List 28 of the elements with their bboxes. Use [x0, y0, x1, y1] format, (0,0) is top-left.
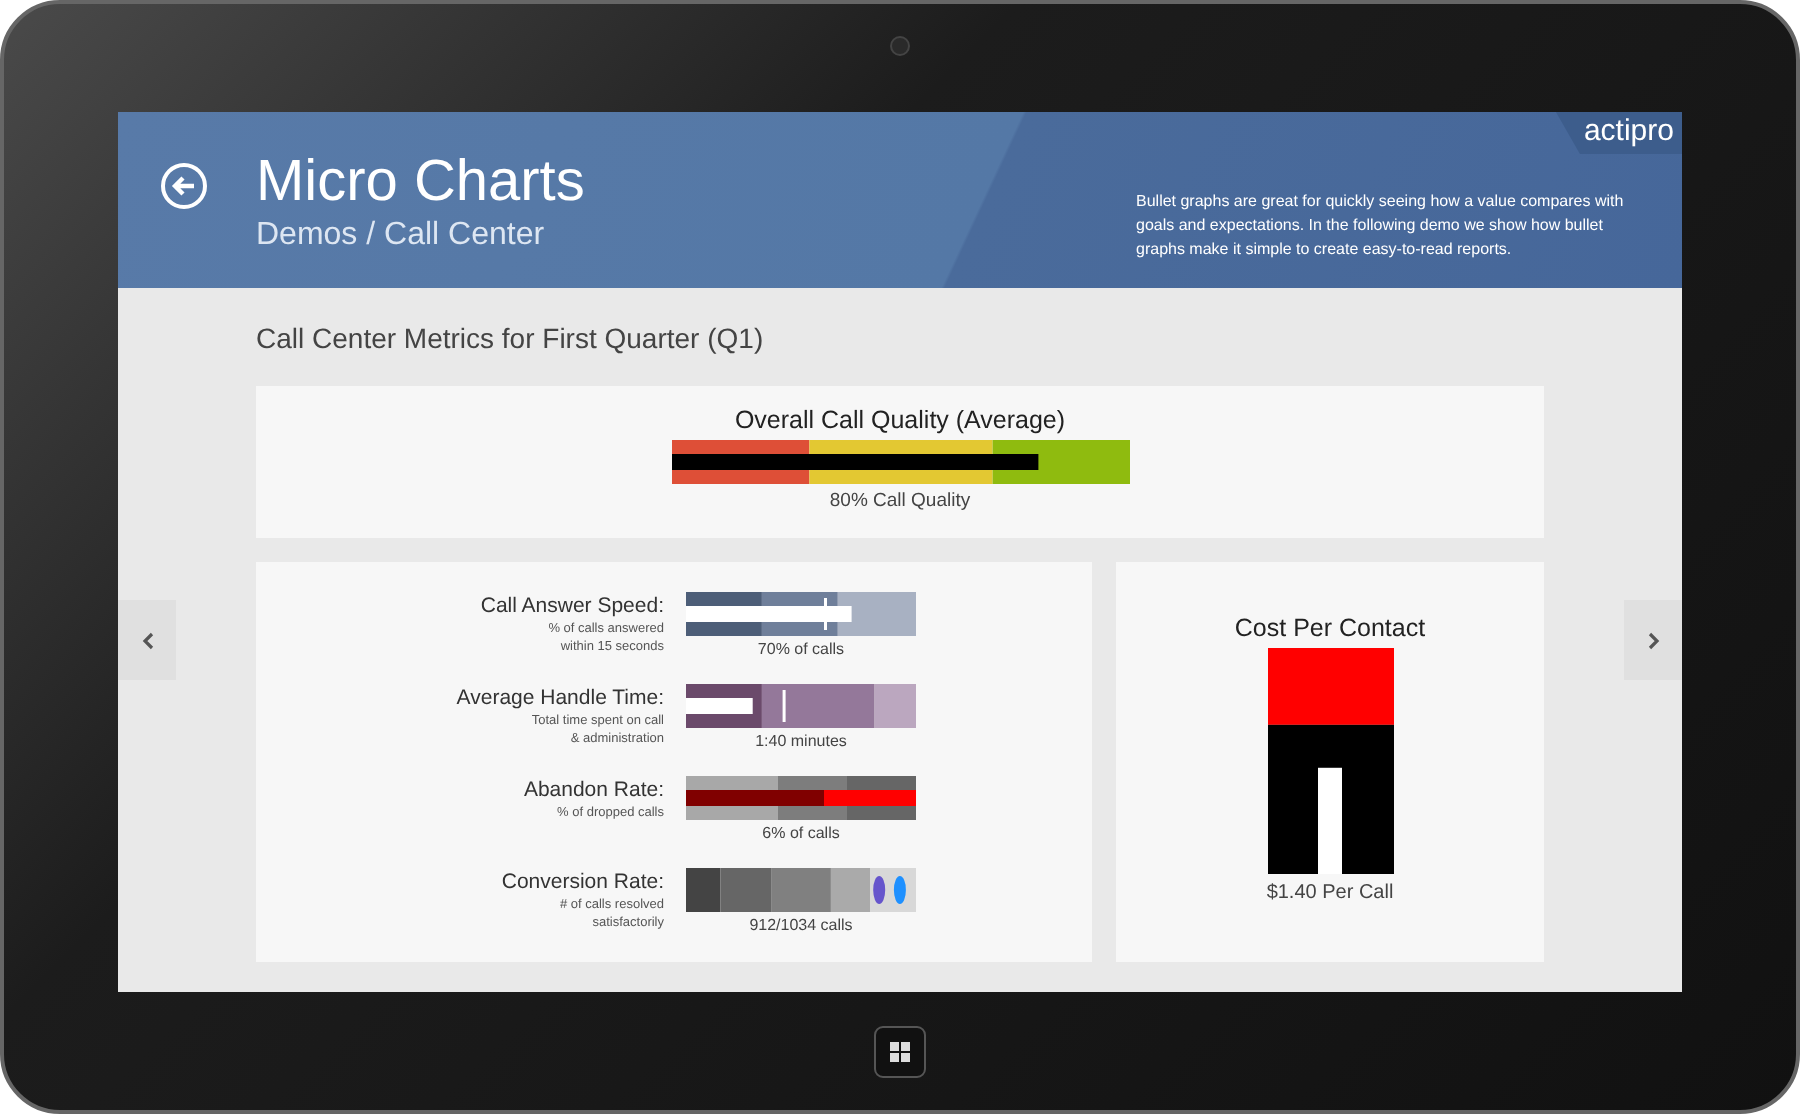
description-text: Bullet graphs are great for quickly seeing how a value compares with goals and expectations. In the following demo we show how bullet graphs make it simple to create easy-to-read reports.	[1136, 190, 1626, 262]
chart-caption: 70% of calls	[757, 640, 845, 660]
chart-title: Overall Call Quality (Average)	[734, 404, 1066, 436]
chart-caption: 912/1034 calls	[749, 916, 853, 936]
target-line	[782, 690, 786, 722]
metric-label: Conversion Rate:	[499, 870, 664, 896]
metric-label: Call Answer Speed:	[478, 594, 664, 620]
metric-label: Average Handle Time:	[454, 686, 664, 712]
chevron-right-icon	[1647, 631, 1659, 649]
breadcrumb: Demos / Call Center	[256, 218, 547, 254]
chart-caption: 1:40 minutes	[755, 732, 847, 752]
excess-bar	[824, 790, 916, 806]
target-line	[824, 598, 827, 630]
back-icon[interactable]	[160, 162, 208, 210]
camera-icon	[890, 36, 910, 56]
marker-dot	[893, 876, 906, 904]
page-title: Call Center Metrics for First Quarter (Q1)	[256, 322, 766, 358]
chart-title: Cost Per Contact	[1234, 612, 1426, 644]
app-title: Micro Charts	[256, 148, 585, 218]
range-band	[837, 592, 916, 636]
windows-button-icon[interactable]	[874, 1025, 926, 1077]
chevron-left-icon	[141, 631, 153, 649]
metric-label: Abandon Rate:	[521, 778, 664, 804]
logo: actipro	[1555, 112, 1682, 154]
chart-caption: 80% Call Quality	[829, 490, 971, 514]
marker-dot	[873, 876, 886, 904]
chart-caption: $1.40 Per Call	[1266, 882, 1394, 906]
chart-caption: 6% of calls	[762, 824, 840, 844]
